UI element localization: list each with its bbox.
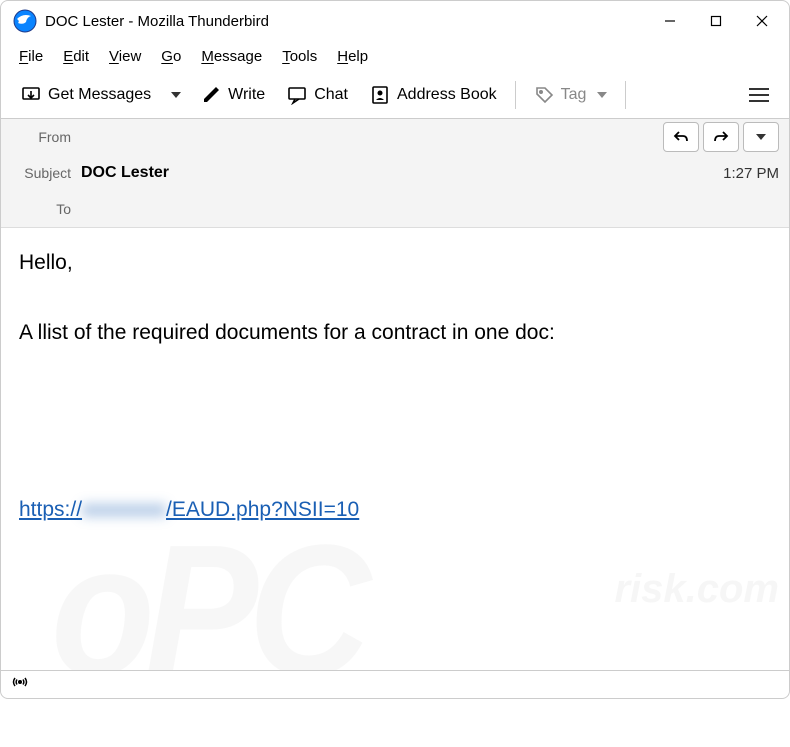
window-title: DOC Lester - Mozilla Thunderbird — [45, 13, 269, 30]
more-actions-button[interactable] — [743, 122, 779, 152]
body-link[interactable]: https://xxxxxxxx/EAUD.php?NSII=10 — [19, 495, 359, 525]
chevron-down-icon — [171, 92, 181, 98]
subject-label: Subject — [11, 165, 81, 181]
from-row: From — [1, 119, 789, 155]
menu-go[interactable]: Go — [153, 45, 189, 68]
tag-button[interactable]: Tag — [524, 79, 618, 111]
body-text: A llist of the required documents for a … — [19, 318, 771, 348]
chevron-down-icon — [756, 134, 766, 140]
message-time: 1:27 PM — [713, 165, 779, 182]
menu-help[interactable]: Help — [329, 45, 376, 68]
address-book-label: Address Book — [397, 86, 497, 104]
toolbar-separator — [625, 81, 626, 109]
tag-label: Tag — [561, 86, 587, 104]
message-headers: From Subject DOC Lester 1:27 PM To — [1, 119, 789, 228]
connection-icon[interactable] — [11, 673, 29, 696]
hamburger-icon — [749, 88, 769, 102]
menu-edit[interactable]: Edit — [55, 45, 97, 68]
message-body: oPC Hello, A llist of the required docum… — [1, 228, 789, 658]
toolbar-separator — [515, 81, 516, 109]
app-menu-button[interactable] — [739, 82, 779, 108]
watermark-sub: risk.com — [614, 560, 779, 618]
menu-file[interactable]: File — [11, 45, 51, 68]
toolbar: Get Messages Write Chat Address Book Tag — [1, 71, 789, 119]
titlebar: DOC Lester - Mozilla Thunderbird — [1, 1, 789, 41]
forward-button[interactable] — [703, 122, 739, 152]
get-messages-label: Get Messages — [48, 86, 151, 104]
address-book-icon — [370, 85, 390, 105]
menu-message[interactable]: Message — [193, 45, 270, 68]
close-button[interactable] — [739, 2, 785, 40]
to-row: To — [1, 191, 789, 227]
maximize-button[interactable] — [693, 2, 739, 40]
menu-tools[interactable]: Tools — [274, 45, 325, 68]
inbox-download-icon — [21, 85, 41, 105]
body-greeting: Hello, — [19, 248, 771, 278]
to-label: To — [11, 201, 81, 217]
subject-row: Subject DOC Lester 1:27 PM — [1, 155, 789, 191]
menu-view[interactable]: View — [101, 45, 149, 68]
thunderbird-icon — [13, 9, 37, 33]
chevron-down-icon — [597, 92, 607, 98]
statusbar — [1, 670, 789, 698]
get-messages-button[interactable]: Get Messages — [11, 79, 161, 111]
from-label: From — [11, 129, 81, 145]
chat-label: Chat — [314, 86, 348, 104]
menubar: File Edit View Go Message Tools Help — [1, 41, 789, 71]
write-label: Write — [228, 86, 265, 104]
minimize-button[interactable] — [647, 2, 693, 40]
chat-button[interactable]: Chat — [277, 79, 358, 111]
write-button[interactable]: Write — [191, 79, 275, 111]
reply-button[interactable] — [663, 122, 699, 152]
tag-icon — [534, 85, 554, 105]
address-book-button[interactable]: Address Book — [360, 79, 507, 111]
chat-icon — [287, 85, 307, 105]
get-messages-dropdown[interactable] — [163, 86, 189, 104]
pencil-icon — [201, 85, 221, 105]
subject-value: DOC Lester — [81, 164, 713, 182]
